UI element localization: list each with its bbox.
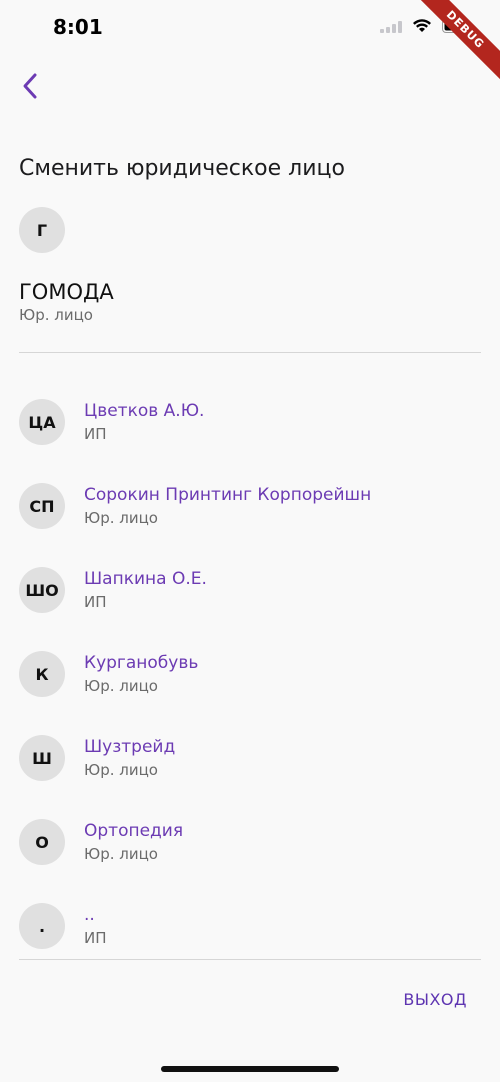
avatar-initials: ЦА: [28, 412, 56, 432]
entity-text: Сорокин Принтинг Корпорейшн Юр. лицо: [84, 485, 371, 527]
entity-name: Шапкина О.Е.: [84, 569, 207, 589]
entity-text: Ортопедия Юр. лицо: [84, 821, 183, 863]
entity-type: ИП: [84, 425, 107, 443]
entity-item[interactable]: СП Сорокин Принтинг Корпорейшн Юр. лицо: [19, 464, 481, 548]
entity-item[interactable]: ЦА Цветков А.Ю. ИП: [19, 380, 481, 464]
entity-type: ИП: [84, 929, 107, 947]
status-time: 8:01: [53, 15, 103, 39]
entity-text: Курганобувь Юр. лицо: [84, 653, 198, 695]
entity-item[interactable]: . .. ИП: [19, 884, 481, 968]
entity-type: ИП: [84, 593, 107, 611]
entity-avatar: ШО: [19, 567, 65, 613]
entity-item[interactable]: Ш Шузтрейд Юр. лицо: [19, 716, 481, 800]
entity-text: Шапкина О.Е. ИП: [84, 569, 207, 611]
entity-type: Юр. лицо: [84, 509, 158, 527]
entity-list: ЦА Цветков А.Ю. ИП СП Сорокин Принтинг К…: [19, 380, 481, 968]
entity-avatar: О: [19, 819, 65, 865]
entity-name: Цветков А.Ю.: [84, 401, 205, 421]
entity-text: Цветков А.Ю. ИП: [84, 401, 204, 443]
avatar-initials: Г: [36, 220, 48, 240]
entity-avatar: Ш: [19, 735, 65, 781]
entity-item[interactable]: ШО Шапкина О.Е. ИП: [19, 548, 481, 632]
page-title: Сменить юридическое лицо: [19, 156, 345, 181]
current-entity-name: ГОМОДА: [19, 280, 114, 304]
divider-top: [19, 352, 481, 353]
status-bar: 8:01 DEBUG: [0, 0, 500, 84]
avatar-initials: Ш: [32, 748, 52, 768]
avatar-initials: О: [35, 832, 49, 852]
entity-name: Шузтрейд: [84, 737, 176, 757]
debug-label: DEBUG: [411, 0, 500, 84]
entity-type: Юр. лицо: [84, 761, 158, 779]
entity-avatar: К: [19, 651, 65, 697]
divider-bottom: [19, 959, 481, 960]
chevron-left-icon: [20, 72, 40, 104]
avatar-initials: К: [35, 664, 49, 684]
entity-type: Юр. лицо: [84, 677, 158, 695]
current-entity-type: Юр. лицо: [19, 306, 93, 324]
entity-name: Сорокин Принтинг Корпорейшн: [84, 485, 372, 505]
avatar-initials: .: [38, 916, 46, 936]
signal-icon: [380, 18, 402, 37]
entity-name: Курганобувь: [84, 653, 199, 673]
debug-banner: DEBUG: [410, 0, 500, 90]
back-button[interactable]: [12, 70, 48, 106]
entity-text: .. ИП: [84, 905, 107, 947]
entity-item[interactable]: О Ортопедия Юр. лицо: [19, 800, 481, 884]
home-indicator: [161, 1066, 339, 1072]
entity-item[interactable]: К Курганобувь Юр. лицо: [19, 632, 481, 716]
avatar-initials: ШО: [25, 580, 59, 600]
entity-type: Юр. лицо: [84, 845, 158, 863]
entity-name: ..: [84, 905, 95, 925]
logout-button[interactable]: ВЫХОД: [403, 990, 467, 1009]
entity-text: Шузтрейд Юр. лицо: [84, 737, 175, 779]
entity-avatar: ЦА: [19, 399, 65, 445]
avatar-initials: СП: [29, 496, 55, 516]
entity-avatar: СП: [19, 483, 65, 529]
current-entity-avatar: Г: [19, 207, 65, 253]
entity-avatar: .: [19, 903, 65, 949]
entity-name: Ортопедия: [84, 821, 184, 841]
